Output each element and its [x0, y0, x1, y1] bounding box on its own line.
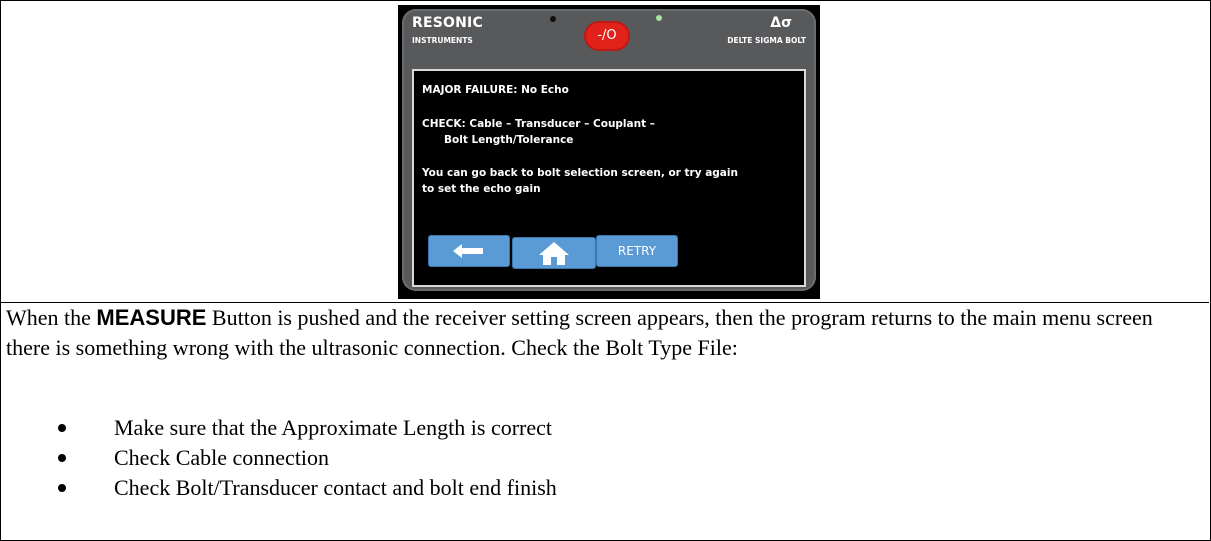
list-item-text: Check Cable connection	[114, 445, 330, 470]
hint-message-cont: to set the echo gain	[422, 183, 541, 195]
bullet-icon	[58, 454, 66, 462]
measure-keyword: MEASURE	[96, 305, 207, 330]
list-item: Make sure that the Approximate Length is…	[0, 413, 1200, 443]
bullet-icon	[58, 424, 66, 432]
hint-message: You can go back to bolt selection screen…	[422, 167, 738, 179]
status-led-on	[656, 15, 662, 21]
brand-subtitle: INSTRUMENTS	[412, 36, 473, 45]
left-arrow-icon	[453, 244, 483, 258]
model-subtitle: DELTE SIGMA BOLT	[727, 36, 806, 45]
home-button[interactable]	[512, 237, 596, 269]
back-button[interactable]	[428, 235, 510, 267]
list-item: Check Bolt/Transducer contact and bolt e…	[0, 473, 1200, 503]
power-button[interactable]: -/O	[586, 23, 628, 49]
device-image: RESONIC INSTRUMENTS Δσ DELTE SIGMA BOLT …	[398, 5, 820, 299]
brand-name: RESONIC	[412, 15, 483, 31]
intro-text: When the	[6, 305, 97, 330]
home-icon	[539, 242, 569, 265]
model-symbol: Δσ	[770, 15, 792, 31]
check-message-cont: Bolt Length/Tolerance	[444, 134, 574, 146]
list-item-text: Make sure that the Approximate Length is…	[114, 415, 553, 440]
bullet-icon	[58, 484, 66, 492]
check-message: CHECK: Cable – Transducer – Couplant –	[422, 118, 656, 130]
retry-button[interactable]: RETRY	[596, 235, 678, 267]
device-body: RESONIC INSTRUMENTS Δσ DELTE SIGMA BOLT …	[402, 9, 816, 291]
bullet-list: Make sure that the Approximate Length is…	[0, 413, 1200, 503]
list-item-text: Check Bolt/Transducer contact and bolt e…	[114, 475, 557, 500]
device-screen: MAJOR FAILURE: No Echo CHECK: Cable – Tr…	[412, 69, 806, 287]
status-led-off	[550, 16, 556, 22]
instruction-paragraph: When the MEASURE Button is pushed and th…	[6, 303, 1201, 363]
list-item: Check Cable connection	[0, 443, 1200, 473]
failure-message: MAJOR FAILURE: No Echo	[422, 84, 569, 96]
